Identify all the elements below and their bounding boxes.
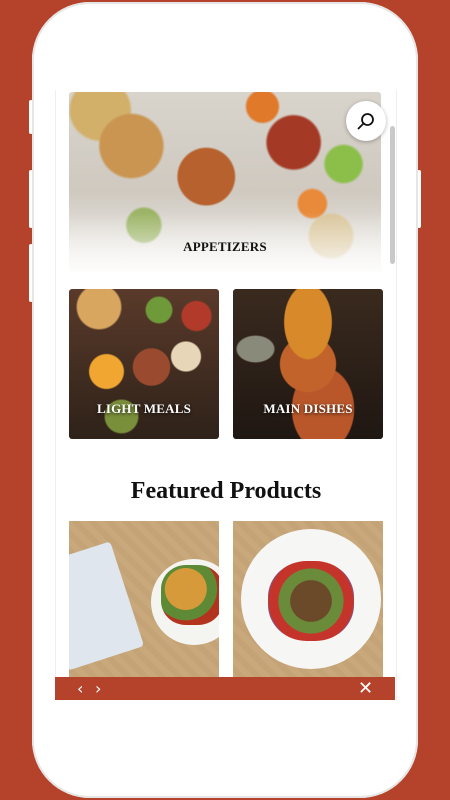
category-label: MAIN DISHES [263,401,353,416]
featured-product-card[interactable] [233,521,383,681]
category-label: APPETIZERS [183,239,267,254]
search-button[interactable] [346,101,386,141]
forward-arrow-icon[interactable]: › [95,677,101,700]
app-screen: APPETIZERS LIGHT MEALS MAIN DISHES Featu… [55,90,397,700]
category-label: LIGHT MEALS [96,401,192,416]
category-light-meals[interactable]: LIGHT MEALS [69,289,219,439]
search-icon [357,113,374,130]
category-appetizers[interactable]: APPETIZERS [69,92,381,272]
napkin-image [69,541,145,671]
category-main-dishes[interactable]: MAIN DISHES [233,289,383,439]
browser-nav-bar: ‹ › ✕ [55,677,395,700]
close-icon[interactable]: ✕ [358,677,373,700]
featured-product-card[interactable] [69,521,219,681]
food-image [161,565,219,625]
scrollbar[interactable] [390,126,395,264]
food-image [268,561,354,641]
featured-products-heading: Featured Products [130,478,322,504]
back-arrow-icon[interactable]: ‹ [77,677,83,700]
